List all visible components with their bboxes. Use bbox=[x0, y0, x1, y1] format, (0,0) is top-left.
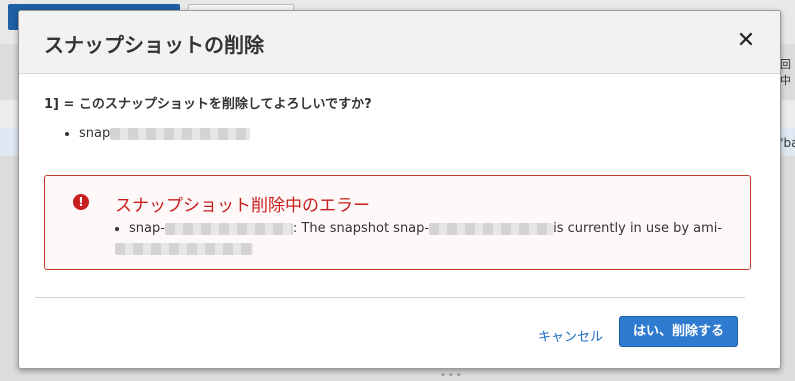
footer-divider bbox=[35, 297, 745, 298]
confirm-delete-button[interactable]: はい、削除する bbox=[619, 316, 738, 347]
error-title: スナップショット削除中のエラー bbox=[115, 196, 370, 216]
delete-snapshot-dialog: スナップショットの削除 ✕ 1] = このスナップショットを削除してよろしいです… bbox=[18, 10, 781, 369]
redacted-snapshot-id bbox=[110, 127, 251, 140]
redacted-snapshot-id bbox=[429, 222, 554, 235]
snapshot-list-item: snap bbox=[65, 126, 251, 141]
error-message-part1: : The snapshot snap- bbox=[292, 221, 430, 236]
dialog-header: スナップショットの削除 ✕ bbox=[19, 11, 780, 74]
bullet-icon bbox=[65, 131, 69, 136]
dialog-title: スナップショットの削除 bbox=[44, 33, 264, 57]
redacted-snapshot-id bbox=[164, 222, 293, 235]
resize-grip-icon[interactable]: ••• bbox=[440, 370, 464, 381]
cancel-button[interactable]: キャンセル bbox=[538, 326, 603, 345]
background-column-header: 回中 bbox=[780, 58, 791, 87]
error-message: snap- : The snapshot snap-is currently in… bbox=[115, 219, 735, 259]
close-icon[interactable]: ✕ bbox=[736, 30, 756, 52]
error-message-part2: is currently in use by ami- bbox=[553, 221, 723, 236]
snapshot-id-prefix: snap bbox=[79, 126, 111, 141]
bullet-icon bbox=[115, 226, 119, 231]
error-item-prefix: snap- bbox=[129, 221, 165, 236]
error-panel: ! スナップショット削除中のエラー snap- : The snapshot sn… bbox=[44, 175, 751, 270]
error-icon: ! bbox=[73, 194, 89, 210]
confirm-question: 1] = このスナップショットを削除してよろしいですか? bbox=[44, 97, 372, 112]
redacted-ami-id bbox=[115, 242, 253, 255]
